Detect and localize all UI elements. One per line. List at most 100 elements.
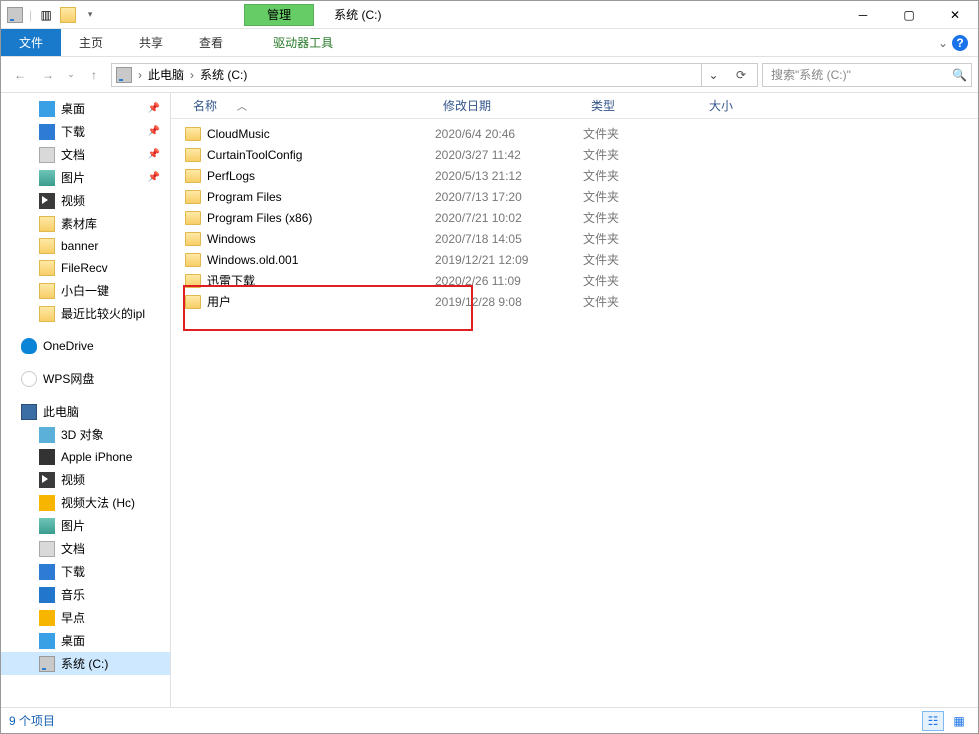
- tree-pictures[interactable]: 图片📌: [1, 166, 170, 189]
- tree-documents[interactable]: 文档📌: [1, 143, 170, 166]
- tree-sucaiku[interactable]: 素材库: [1, 212, 170, 235]
- tree-downloads2[interactable]: 下载: [1, 560, 170, 583]
- col-name[interactable]: 名称︿: [185, 97, 435, 114]
- tree-zaodian[interactable]: 早点: [1, 606, 170, 629]
- tree-desktop[interactable]: 桌面📌: [1, 97, 170, 120]
- qat-dropdown-icon[interactable]: ▾: [82, 7, 98, 23]
- ribbon-right: ⌄ ?: [928, 29, 978, 56]
- tree-label: 素材库: [61, 215, 97, 232]
- navigation-tree[interactable]: 桌面📌 下载📌 文档📌 图片📌 视频 素材库 banner FileRecv 小…: [1, 93, 171, 707]
- pin-icon: 📌: [148, 126, 160, 137]
- qat-separator: |: [29, 8, 32, 22]
- tree-documents2[interactable]: 文档: [1, 537, 170, 560]
- breadcrumb-sep-icon[interactable]: ›: [188, 68, 196, 82]
- up-button[interactable]: ↑: [81, 62, 107, 88]
- view-toggle: ☷ ▦: [922, 711, 970, 731]
- star-icon: [39, 495, 55, 511]
- phone-icon: [39, 449, 55, 465]
- file-row[interactable]: CurtainToolConfig2020/3/27 11:42文件夹: [171, 144, 978, 165]
- tree-label: 下载: [61, 123, 85, 140]
- folder-qat-icon[interactable]: [60, 7, 76, 23]
- folder-icon: [185, 148, 201, 162]
- tree-cdrive[interactable]: 系统 (C:): [1, 652, 170, 675]
- tree-wps[interactable]: WPS网盘: [1, 367, 170, 390]
- tree-label: 系统 (C:): [61, 655, 108, 672]
- tree-onedrive[interactable]: OneDrive: [1, 335, 170, 357]
- file-name: Program Files (x86): [207, 211, 312, 225]
- file-row[interactable]: 用户2019/12/28 9:08文件夹: [171, 291, 978, 312]
- document-icon: [39, 147, 55, 163]
- desktop-icon: [39, 101, 55, 117]
- tree-shipindafa[interactable]: 视频大法 (Hc): [1, 491, 170, 514]
- file-date: 2020/7/13 17:20: [435, 190, 583, 204]
- search-box[interactable]: 🔍: [762, 63, 972, 87]
- tree-music[interactable]: 音乐: [1, 583, 170, 606]
- address-dropdown-icon[interactable]: ⌄: [701, 64, 725, 86]
- tree-videos2[interactable]: 视频: [1, 468, 170, 491]
- tab-view[interactable]: 查看: [181, 29, 241, 56]
- file-row[interactable]: CloudMusic2020/6/4 20:46文件夹: [171, 123, 978, 144]
- breadcrumb-cdrive[interactable]: 系统 (C:): [200, 66, 247, 83]
- forward-button[interactable]: →: [35, 62, 61, 88]
- help-icon[interactable]: ?: [952, 35, 968, 51]
- breadcrumb-thispc[interactable]: 此电脑: [148, 66, 184, 83]
- col-type[interactable]: 类型: [583, 97, 701, 114]
- tree-label: 视频: [61, 471, 85, 488]
- tree-recent[interactable]: 最近比较火的ipl: [1, 302, 170, 325]
- tab-drive-tools[interactable]: 驱动器工具: [255, 29, 351, 56]
- properties-icon[interactable]: ▥: [38, 7, 54, 23]
- close-button[interactable]: ✕: [932, 1, 978, 29]
- tree-downloads[interactable]: 下载 📌: [1, 120, 170, 143]
- pin-icon: 📌: [148, 149, 160, 160]
- tab-file[interactable]: 文件: [1, 29, 61, 56]
- tree-pictures2[interactable]: 图片: [1, 514, 170, 537]
- tree-videos[interactable]: 视频: [1, 189, 170, 212]
- pictures-icon: [39, 170, 55, 186]
- download-icon: [39, 124, 55, 140]
- file-type: 文件夹: [583, 146, 701, 163]
- file-row[interactable]: Program Files (x86)2020/7/21 10:02文件夹: [171, 207, 978, 228]
- ribbon-expand-icon[interactable]: ⌄: [938, 36, 948, 50]
- icons-view-button[interactable]: ▦: [948, 711, 970, 731]
- window-title: 系统 (C:): [314, 1, 840, 28]
- address-bar[interactable]: › 此电脑 › 系统 (C:) ⌄ ⟳: [111, 63, 758, 87]
- file-type: 文件夹: [583, 167, 701, 184]
- minimize-button[interactable]: ─: [840, 1, 886, 29]
- titlebar: | ▥ ▾ 管理 系统 (C:) ─ ▢ ✕: [1, 1, 978, 29]
- pin-icon: 📌: [148, 103, 160, 114]
- tree-thispc[interactable]: 此电脑: [1, 400, 170, 423]
- tree-filerecv[interactable]: FileRecv: [1, 257, 170, 279]
- maximize-button[interactable]: ▢: [886, 1, 932, 29]
- folder-icon: [185, 274, 201, 288]
- tree-iphone[interactable]: Apple iPhone: [1, 446, 170, 468]
- breadcrumb-sep-icon[interactable]: ›: [136, 68, 144, 82]
- tree-label: 早点: [61, 609, 85, 626]
- file-row[interactable]: Program Files2020/7/13 17:20文件夹: [171, 186, 978, 207]
- file-row[interactable]: 迅雷下载2020/2/26 11:09文件夹: [171, 270, 978, 291]
- history-dropdown[interactable]: ⌄: [63, 62, 79, 88]
- tree-banner[interactable]: banner: [1, 235, 170, 257]
- file-row[interactable]: PerfLogs2020/5/13 21:12文件夹: [171, 165, 978, 186]
- details-view-button[interactable]: ☷: [922, 711, 944, 731]
- file-row[interactable]: Windows.old.0012019/12/21 12:09文件夹: [171, 249, 978, 270]
- tree-desktop2[interactable]: 桌面: [1, 629, 170, 652]
- ribbon-tabs: 文件 主页 共享 查看 驱动器工具 ⌄ ?: [1, 29, 978, 57]
- contextual-tab-header: 管理: [244, 4, 314, 26]
- file-name: Program Files: [207, 190, 282, 204]
- tree-3d[interactable]: 3D 对象: [1, 423, 170, 446]
- search-input[interactable]: [767, 68, 952, 82]
- file-row[interactable]: Windows2020/7/18 14:05文件夹: [171, 228, 978, 249]
- file-date: 2020/2/26 11:09: [435, 274, 583, 288]
- tree-label: FileRecv: [61, 261, 108, 275]
- back-button[interactable]: ←: [7, 62, 33, 88]
- file-type: 文件夹: [583, 293, 701, 310]
- search-icon[interactable]: 🔍: [952, 68, 967, 82]
- tree-label: 此电脑: [43, 403, 79, 420]
- file-type: 文件夹: [583, 125, 701, 142]
- col-size[interactable]: 大小: [701, 97, 781, 114]
- tree-xiaobai[interactable]: 小白一键: [1, 279, 170, 302]
- col-date[interactable]: 修改日期: [435, 97, 583, 114]
- tab-home[interactable]: 主页: [61, 29, 121, 56]
- tab-share[interactable]: 共享: [121, 29, 181, 56]
- refresh-icon[interactable]: ⟳: [729, 64, 753, 86]
